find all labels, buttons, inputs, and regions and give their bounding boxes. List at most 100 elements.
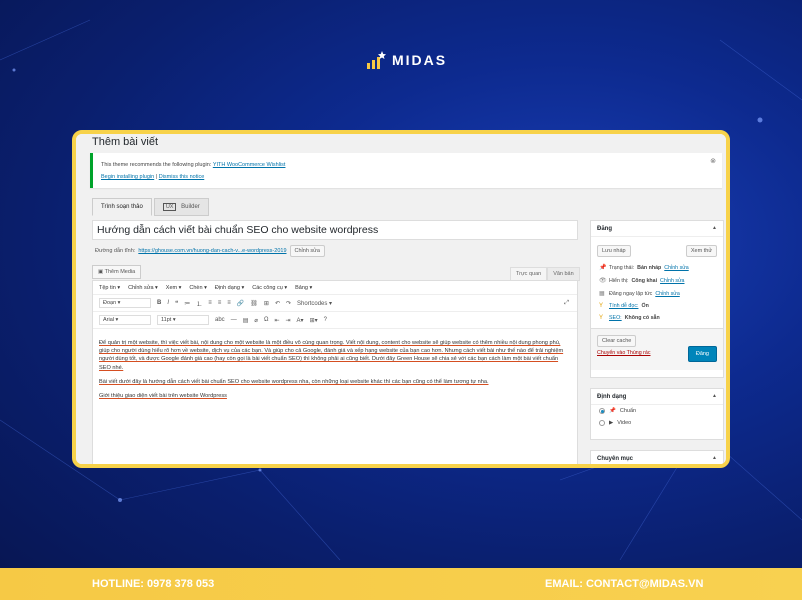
- video-icon: ▶: [609, 420, 614, 426]
- save-draft-button[interactable]: Lưu nháp: [597, 245, 631, 257]
- permalink: Đường dẫn tĩnh: https://ghouse.com.vn/hu…: [95, 245, 325, 257]
- menu-tools[interactable]: Các công cụ ▾: [252, 285, 287, 291]
- category-box-title: Chuyên mục: [597, 456, 634, 462]
- align-center-icon[interactable]: ≡: [218, 300, 222, 306]
- radio-unselected[interactable]: [599, 420, 605, 426]
- align-right-icon[interactable]: ≡: [227, 300, 231, 306]
- edit-permalink-button[interactable]: Chỉnh sửa: [289, 245, 325, 257]
- format-box-title: Định dạng: [597, 394, 627, 400]
- text-color-icon[interactable]: A▾: [297, 317, 304, 324]
- add-media-label: Thêm Media: [104, 269, 136, 275]
- undo-icon[interactable]: ↶: [275, 300, 280, 307]
- readability-link[interactable]: Tính dễ đọc:: [609, 303, 638, 309]
- table-icon[interactable]: ⊞▾: [310, 317, 318, 324]
- radio-selected[interactable]: [599, 408, 605, 414]
- email-text: EMAIL: CONTACT@MIDAS.VN: [545, 578, 704, 590]
- format-box-header[interactable]: Định dạng ▲: [591, 389, 723, 405]
- begin-installing-link[interactable]: Begin installing plugin: [101, 174, 154, 180]
- align-left-icon[interactable]: ≡: [208, 300, 212, 306]
- hotline-text: HOTLINE: 0978 378 053: [92, 578, 215, 590]
- move-to-trash-link[interactable]: Chuyển vào Thùng rác: [597, 350, 651, 356]
- menu-edit[interactable]: Chỉnh sửa ▾: [128, 285, 158, 291]
- collapse-arrow-icon[interactable]: ▲: [712, 225, 717, 231]
- menu-table[interactable]: Bảng ▾: [295, 285, 312, 291]
- yoast-icon: Y: [599, 303, 604, 309]
- strikethrough-icon[interactable]: abc: [215, 317, 225, 323]
- horizontal-line-icon[interactable]: —: [231, 317, 237, 323]
- edit-status-link[interactable]: Chỉnh sửa: [664, 265, 688, 271]
- visibility-label: Hiển thị:: [609, 277, 629, 284]
- add-media-button[interactable]: ▣ Thêm Media: [92, 265, 142, 279]
- post-title-input[interactable]: Hướng dẫn cách viết bài chuẩn SEO cho we…: [92, 220, 578, 240]
- bold-icon[interactable]: B: [157, 300, 161, 306]
- visibility-row: 👁 Hiển thị: Công khai Chỉnh sửa: [591, 274, 723, 287]
- collapse-arrow-icon[interactable]: ▲: [712, 393, 717, 399]
- pin-icon: 📌: [599, 265, 607, 271]
- tab-visual[interactable]: Trực quan: [510, 267, 548, 281]
- shortcodes-dropdown[interactable]: Shortcodes ▾: [297, 300, 332, 307]
- tab-ux-builder[interactable]: UX Builder: [153, 198, 209, 216]
- format-box: Định dạng ▲ 📌 Chuẩn ▶ Video: [590, 388, 724, 440]
- font-size-select[interactable]: 11pt ▾: [157, 315, 209, 325]
- clear-cache-button[interactable]: Clear cache: [597, 335, 637, 347]
- plugin-notice: This theme recommends the following plug…: [90, 153, 722, 188]
- menu-format[interactable]: Định dạng ▾: [215, 285, 244, 291]
- link-icon[interactable]: 🔗: [237, 300, 244, 307]
- tab-label: Trình soạn thảo: [101, 204, 143, 210]
- menu-view[interactable]: Xem ▾: [166, 285, 182, 291]
- paragraph-format-select[interactable]: Đoạn ▾: [99, 298, 151, 308]
- category-box-header[interactable]: Chuyên mục ▲: [591, 451, 723, 464]
- page-title: Thêm bài viết: [92, 136, 159, 148]
- editor-mode-tabs: Trình soạn thảo UX Builder: [92, 198, 209, 216]
- bullet-list-icon[interactable]: ≔: [184, 300, 190, 307]
- seo-link[interactable]: SEO:: [609, 315, 622, 321]
- notice-separator: |: [155, 174, 158, 180]
- content-editor: Tệp tin ▾ Chỉnh sửa ▾ Xem ▾ Chèn ▾ Định …: [92, 280, 578, 464]
- editor-menubar: Tệp tin ▾ Chỉnh sửa ▾ Xem ▾ Chèn ▾ Định …: [93, 281, 577, 295]
- content-heading: Giới thiệu giao diện viết bài trên websi…: [99, 393, 227, 400]
- editor-toolbar-2: Arial ▾ 11pt ▾ abc — ▤ ⌀ Ω ⇤ ⇥ A▾ ⊞▾ ?: [93, 312, 577, 329]
- redo-icon[interactable]: ↷: [286, 300, 291, 307]
- format-option-video[interactable]: ▶ Video: [591, 417, 723, 429]
- readability-value: Ổn: [641, 303, 649, 309]
- content-paragraph: Bài viết dưới đây là hướng dẫn cách viết…: [99, 378, 489, 385]
- category-box: Chuyên mục ▲: [590, 450, 724, 464]
- wordpress-admin: Thêm bài viết This theme recommends the …: [76, 134, 726, 464]
- menu-insert[interactable]: Chèn ▾: [189, 285, 206, 291]
- table-icon[interactable]: ⊞: [264, 300, 269, 307]
- outdent-icon[interactable]: ⇤: [274, 317, 279, 324]
- permalink-url[interactable]: https://ghouse.com.vn/huong-dan-cach-v..…: [138, 248, 286, 254]
- dismiss-notice-link[interactable]: Dismiss this notice: [159, 174, 205, 180]
- unlink-icon[interactable]: ⛓: [250, 300, 258, 307]
- media-icon: ▣: [98, 269, 104, 275]
- menu-file[interactable]: Tệp tin ▾: [99, 285, 120, 291]
- collapse-arrow-icon[interactable]: ▲: [712, 455, 717, 461]
- italic-icon[interactable]: I: [167, 300, 169, 306]
- font-family-select[interactable]: Arial ▾: [99, 315, 151, 325]
- brand-name: MIDAS: [392, 52, 448, 68]
- paste-text-icon[interactable]: ▤: [243, 317, 249, 324]
- preview-button[interactable]: Xem thử: [685, 245, 717, 257]
- publish-button[interactable]: Đăng: [687, 346, 717, 362]
- plugin-link[interactable]: YITH WooCommerce Wishlist: [213, 162, 286, 168]
- indent-icon[interactable]: ⇥: [286, 317, 291, 324]
- format-option-standard[interactable]: 📌 Chuẩn: [591, 405, 723, 417]
- readability-row: Y Tính dễ đọc: Ổn: [591, 300, 723, 312]
- edit-schedule-link[interactable]: Chỉnh sửa: [655, 291, 679, 297]
- schedule-text: Đăng ngay lập tức: [609, 290, 653, 297]
- editor-content[interactable]: Để quản trị một website, thì việc viết b…: [93, 329, 577, 416]
- fullscreen-icon[interactable]: ⤢: [564, 300, 569, 307]
- visibility-value: Công khai: [631, 277, 658, 284]
- tab-classic-editor[interactable]: Trình soạn thảo: [92, 198, 152, 216]
- screenshot-frame: Thêm bài viết This theme recommends the …: [72, 130, 730, 468]
- edit-visibility-link[interactable]: Chỉnh sửa: [660, 278, 684, 284]
- help-icon[interactable]: ?: [324, 317, 327, 323]
- numbered-list-icon[interactable]: ⒈: [196, 299, 202, 308]
- format-option-label: Chuẩn: [619, 408, 637, 414]
- special-char-icon[interactable]: Ω: [264, 317, 269, 323]
- clear-format-icon[interactable]: ⌀: [254, 317, 258, 324]
- tab-text[interactable]: Văn bản: [547, 267, 580, 281]
- close-icon[interactable]: ⊗: [710, 157, 716, 165]
- publish-box-header[interactable]: Đăng ▲: [591, 221, 723, 237]
- blockquote-icon[interactable]: ❝: [175, 300, 178, 307]
